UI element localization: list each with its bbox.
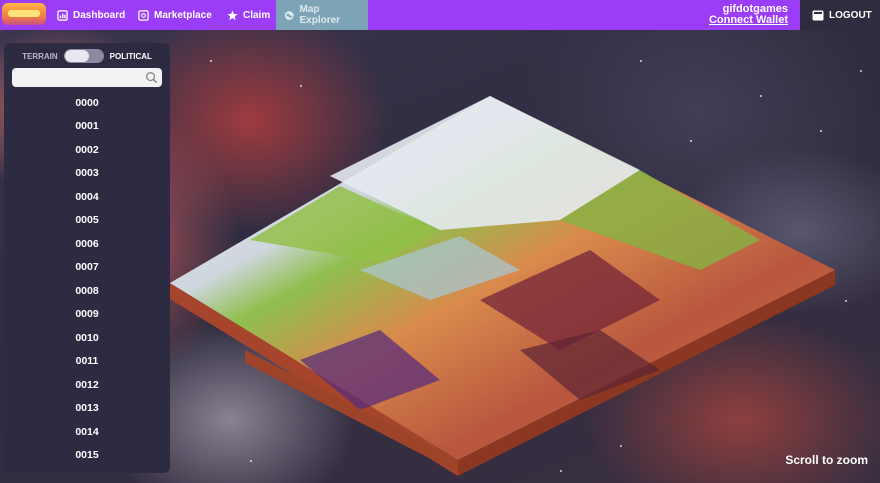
nav-claim-label: Claim <box>243 9 271 21</box>
connect-wallet-link[interactable]: Connect Wallet <box>709 15 788 26</box>
list-item[interactable]: 0009 <box>4 303 170 327</box>
list-item[interactable]: 0002 <box>4 138 170 162</box>
list-item[interactable]: 0012 <box>4 373 170 397</box>
list-item[interactable]: 0014 <box>4 420 170 444</box>
list-item[interactable]: 0001 <box>4 115 170 139</box>
nav-map-explorer[interactable]: Map Explorer <box>276 0 368 30</box>
switch-knob <box>64 50 89 62</box>
nav-dashboard-label: Dashboard <box>73 9 126 21</box>
nav-claim[interactable]: Claim <box>227 0 270 30</box>
list-item[interactable]: 0000 <box>4 91 170 115</box>
list-item[interactable]: 0004 <box>4 185 170 209</box>
list-item[interactable]: 0007 <box>4 256 170 280</box>
app-logo[interactable] <box>2 3 46 25</box>
logout-button[interactable]: LOGOUT <box>812 0 872 30</box>
nav-dashboard[interactable]: Dashboard <box>57 0 125 30</box>
list-item[interactable]: 0011 <box>4 350 170 374</box>
tile-list: 0000 0001 0002 0003 0004 0005 0006 0007 … <box>4 91 170 467</box>
list-item[interactable]: 0006 <box>4 232 170 256</box>
mode-switch[interactable] <box>63 49 104 63</box>
map-mode-toggle: TERRAIN POLITICAL <box>4 47 170 65</box>
tile-sidebar: TERRAIN POLITICAL 0000 0001 0002 0003 00… <box>4 43 170 473</box>
nav-marketplace[interactable]: Marketplace <box>138 0 212 30</box>
search-input[interactable] <box>12 71 142 90</box>
scroll-to-zoom-hint: Scroll to zoom <box>785 453 868 467</box>
marketplace-icon <box>138 9 149 21</box>
dashboard-icon <box>57 9 68 21</box>
nav-marketplace-label: Marketplace <box>154 9 212 21</box>
list-item[interactable]: 0008 <box>4 279 170 303</box>
list-item[interactable]: 0013 <box>4 397 170 421</box>
political-label[interactable]: POLITICAL <box>110 52 152 61</box>
list-item[interactable]: 0005 <box>4 209 170 233</box>
user-block: gifdotgames Connect Wallet <box>709 4 788 26</box>
star-icon <box>227 9 238 20</box>
list-item[interactable]: 0003 <box>4 162 170 186</box>
top-bar: Dashboard Marketplace Claim Map Explorer… <box>0 0 880 30</box>
search-icon[interactable] <box>145 71 158 84</box>
list-item[interactable]: 0010 <box>4 326 170 350</box>
nav-map-explorer-label: Map Explorer <box>299 4 341 26</box>
list-item[interactable]: 0015 <box>4 444 170 468</box>
globe-icon <box>284 10 294 20</box>
logout-label: LOGOUT <box>829 9 872 21</box>
logout-icon <box>812 10 824 20</box>
tile-search <box>12 68 162 90</box>
terrain-label[interactable]: TERRAIN <box>22 52 58 61</box>
